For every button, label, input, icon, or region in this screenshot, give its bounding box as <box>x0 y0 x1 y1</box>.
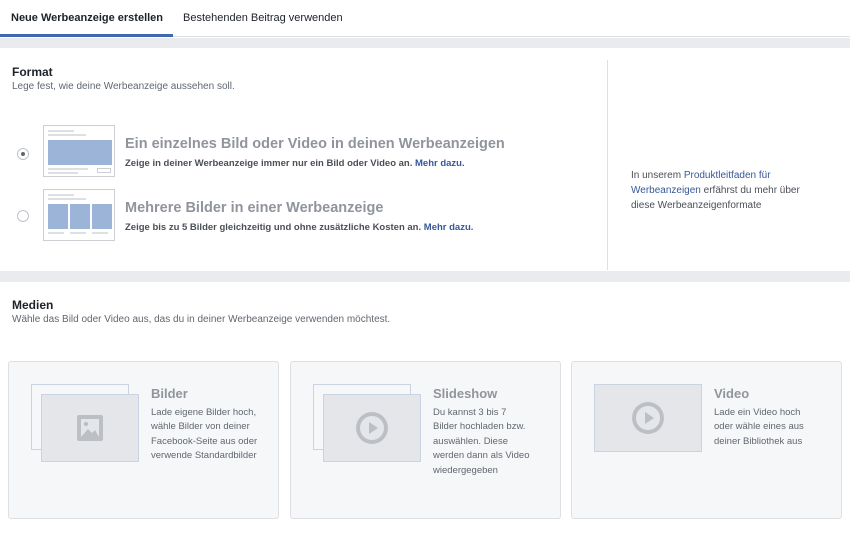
tab-bar: Neue Werbeanzeige erstellen Bestehenden … <box>0 0 850 37</box>
carousel-preview <box>43 189 115 241</box>
single-image-preview <box>43 125 115 177</box>
card-title-slideshow: Slideshow <box>433 386 498 401</box>
card-title-images: Bilder <box>151 386 188 401</box>
help-note-prefix: In unserem <box>631 170 684 181</box>
option-single-desc: Zeige in deiner Werbeanzeige immer nur e… <box>125 158 465 169</box>
option-single-title: Ein einzelnes Bild oder Video in deinen … <box>125 136 505 152</box>
media-card-slideshow[interactable]: Slideshow Du kannst 3 bis 7 Bilder hochl… <box>290 361 561 519</box>
image-icon <box>77 415 103 441</box>
play-icon <box>632 402 664 434</box>
card-desc-images: Lade eigene Bilder hoch, wähle Bilder vo… <box>151 407 258 462</box>
media-title: Medien <box>12 298 54 312</box>
option-multiple-desc-text: Zeige bis zu 5 Bilder gleichzeitig und o… <box>125 222 422 233</box>
format-help-note: In unserem Produktleitfaden für Werbeanz… <box>631 168 821 213</box>
format-title: Format <box>12 65 53 79</box>
learn-more-link-multiple[interactable]: Mehr dazu. <box>424 222 474 233</box>
card-title-video: Video <box>714 386 750 401</box>
vertical-divider <box>607 60 608 270</box>
media-card-images[interactable]: Bilder Lade eigene Bilder hoch, wähle Bi… <box>8 361 279 519</box>
section-divider <box>0 271 850 282</box>
tab-existing-post[interactable]: Bestehenden Beitrag verwenden <box>183 0 343 37</box>
play-icon <box>356 412 388 444</box>
radio-multiple-images[interactable] <box>17 210 29 222</box>
option-single-desc-text: Zeige in deiner Werbeanzeige immer nur e… <box>125 158 413 169</box>
section-divider <box>0 38 850 48</box>
image-stack-front <box>41 394 139 462</box>
card-desc-video: Lade ein Video hoch oder wähle eines aus… <box>714 407 804 447</box>
media-subtitle: Wähle das Bild oder Video aus, das du in… <box>12 314 391 325</box>
media-card-video[interactable]: Video Lade ein Video hoch oder wähle ein… <box>571 361 842 519</box>
format-subtitle: Lege fest, wie deine Werbeanzeige ausseh… <box>12 81 235 92</box>
option-multiple-title: Mehrere Bilder in einer Werbeanzeige <box>125 200 384 216</box>
card-desc-slideshow: Du kannst 3 bis 7 Bilder hochladen bzw. … <box>433 407 530 476</box>
video-frame <box>594 384 702 452</box>
radio-single-image[interactable] <box>17 148 29 160</box>
tab-new-ad[interactable]: Neue Werbeanzeige erstellen <box>0 0 173 37</box>
slideshow-stack-front <box>323 394 421 462</box>
option-multiple-desc: Zeige bis zu 5 Bilder gleichzeitig und o… <box>125 222 473 233</box>
learn-more-link-single[interactable]: Mehr dazu. <box>415 158 465 169</box>
